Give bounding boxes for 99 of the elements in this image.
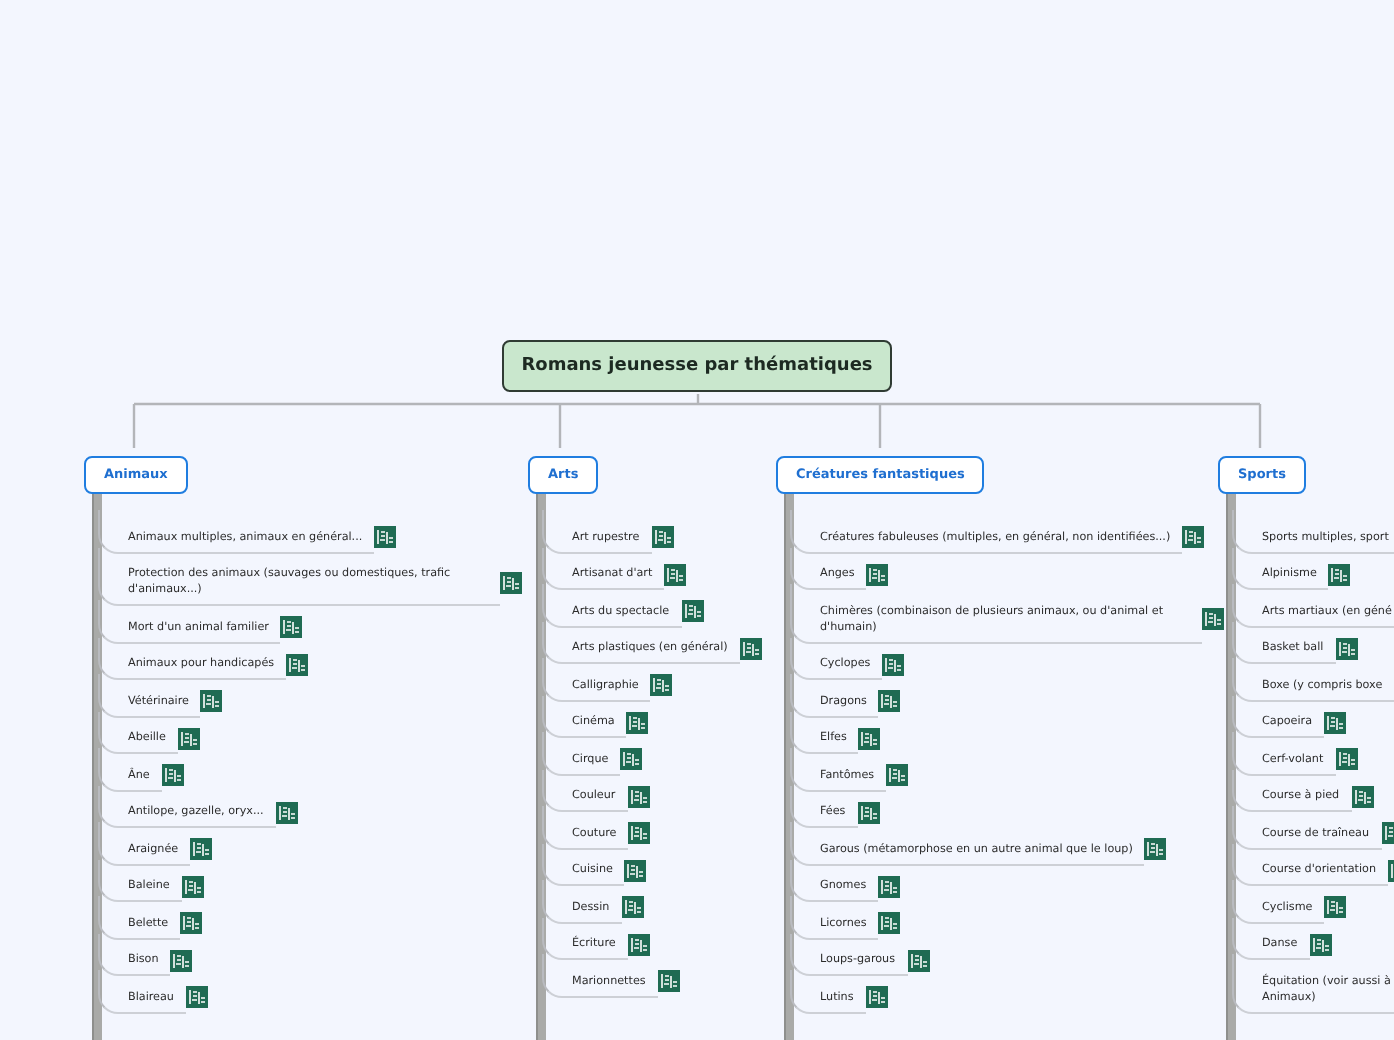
connector-line <box>790 785 820 828</box>
document-icon[interactable] <box>907 949 930 972</box>
connector-line <box>1232 695 1262 738</box>
connector-line <box>98 674 128 717</box>
connector-line <box>1232 954 1262 1013</box>
connector-line <box>790 674 820 717</box>
connector-line <box>1232 843 1262 886</box>
connector-line <box>542 621 572 664</box>
connector-line <box>1232 732 1262 775</box>
document-icon[interactable] <box>1309 933 1332 956</box>
connector-line <box>542 917 572 960</box>
document-icon[interactable] <box>374 526 397 549</box>
connector-line <box>542 510 572 553</box>
document-icon[interactable] <box>858 727 881 750</box>
document-icon[interactable] <box>651 526 674 549</box>
document-icon[interactable] <box>1144 838 1167 861</box>
document-icon[interactable] <box>878 875 901 898</box>
document-icon[interactable] <box>1335 637 1358 660</box>
document-icon[interactable] <box>170 949 193 972</box>
connector-line <box>98 510 128 553</box>
document-icon[interactable] <box>664 563 687 586</box>
document-icon[interactable] <box>1324 896 1347 919</box>
document-icon[interactable] <box>620 748 643 771</box>
document-icon[interactable] <box>1182 526 1205 549</box>
connector-line <box>542 880 572 923</box>
document-icon[interactable] <box>286 653 309 676</box>
root-topic[interactable]: Romans jeunesse par thématiques <box>502 340 892 392</box>
document-icon[interactable] <box>200 690 223 713</box>
document-icon[interactable] <box>280 616 303 639</box>
document-icon[interactable] <box>886 764 909 787</box>
document-icon[interactable] <box>500 571 522 594</box>
connector-line <box>542 584 572 627</box>
document-icon[interactable] <box>624 859 647 882</box>
connector-line <box>1232 584 1262 627</box>
document-icon[interactable] <box>657 970 680 993</box>
connector-line <box>98 859 128 902</box>
document-icon[interactable] <box>185 986 208 1009</box>
document-icon[interactable] <box>627 785 650 808</box>
connector-line <box>542 806 572 849</box>
document-icon[interactable] <box>1324 711 1347 734</box>
connector-line <box>98 600 128 643</box>
connector-line <box>98 896 128 939</box>
connector-line <box>98 748 128 791</box>
connector-line <box>1232 510 1262 553</box>
connector-line <box>98 933 128 976</box>
connector-line <box>790 822 820 865</box>
document-icon[interactable] <box>882 653 905 676</box>
document-icon[interactable] <box>681 600 704 623</box>
document-icon[interactable] <box>1335 748 1358 771</box>
document-icon[interactable] <box>275 801 298 824</box>
connector-line <box>1232 621 1262 664</box>
document-icon[interactable] <box>857 801 880 824</box>
connector-line <box>790 748 820 791</box>
connector-line <box>790 859 820 902</box>
connector-line <box>98 547 128 606</box>
connector-line <box>542 695 572 738</box>
document-icon[interactable] <box>1202 608 1224 631</box>
document-icon[interactable] <box>866 563 889 586</box>
connector-line <box>98 822 128 865</box>
connector-line <box>98 637 128 680</box>
document-icon[interactable] <box>650 674 673 697</box>
connector-line <box>542 547 572 590</box>
connector-line <box>542 843 572 886</box>
document-icon[interactable] <box>161 764 184 787</box>
connector-line <box>790 970 820 1013</box>
connector-line <box>790 510 820 553</box>
connector-line <box>790 584 820 643</box>
document-icon[interactable] <box>180 912 203 935</box>
connector-line <box>98 711 128 754</box>
document-icon[interactable] <box>865 986 888 1009</box>
document-icon[interactable] <box>621 896 644 919</box>
connector-line <box>790 637 820 680</box>
connector-line <box>1232 658 1262 701</box>
connector-line <box>1232 917 1262 960</box>
connector-line <box>98 785 128 828</box>
connector-line <box>542 732 572 775</box>
connector-line <box>790 933 820 976</box>
connector-line <box>542 658 572 701</box>
document-icon[interactable] <box>181 875 204 898</box>
connector-line <box>790 896 820 939</box>
connector-line <box>1232 880 1262 923</box>
document-icon[interactable] <box>177 727 200 750</box>
connector-line <box>790 711 820 754</box>
connector-line <box>542 769 572 812</box>
document-icon[interactable] <box>878 690 901 713</box>
connector-line <box>542 954 572 997</box>
document-icon[interactable] <box>878 912 901 935</box>
connector-line <box>98 970 128 1013</box>
connector-line <box>1232 769 1262 812</box>
document-icon[interactable] <box>628 822 651 845</box>
document-icon[interactable] <box>626 711 649 734</box>
connector-line <box>1232 806 1262 849</box>
document-icon[interactable] <box>1351 785 1374 808</box>
connector-line <box>1232 547 1262 590</box>
document-icon[interactable] <box>627 933 650 956</box>
document-icon[interactable] <box>190 838 213 861</box>
connector-line <box>790 547 820 590</box>
document-icon[interactable] <box>1328 563 1351 586</box>
document-icon[interactable] <box>739 637 762 660</box>
